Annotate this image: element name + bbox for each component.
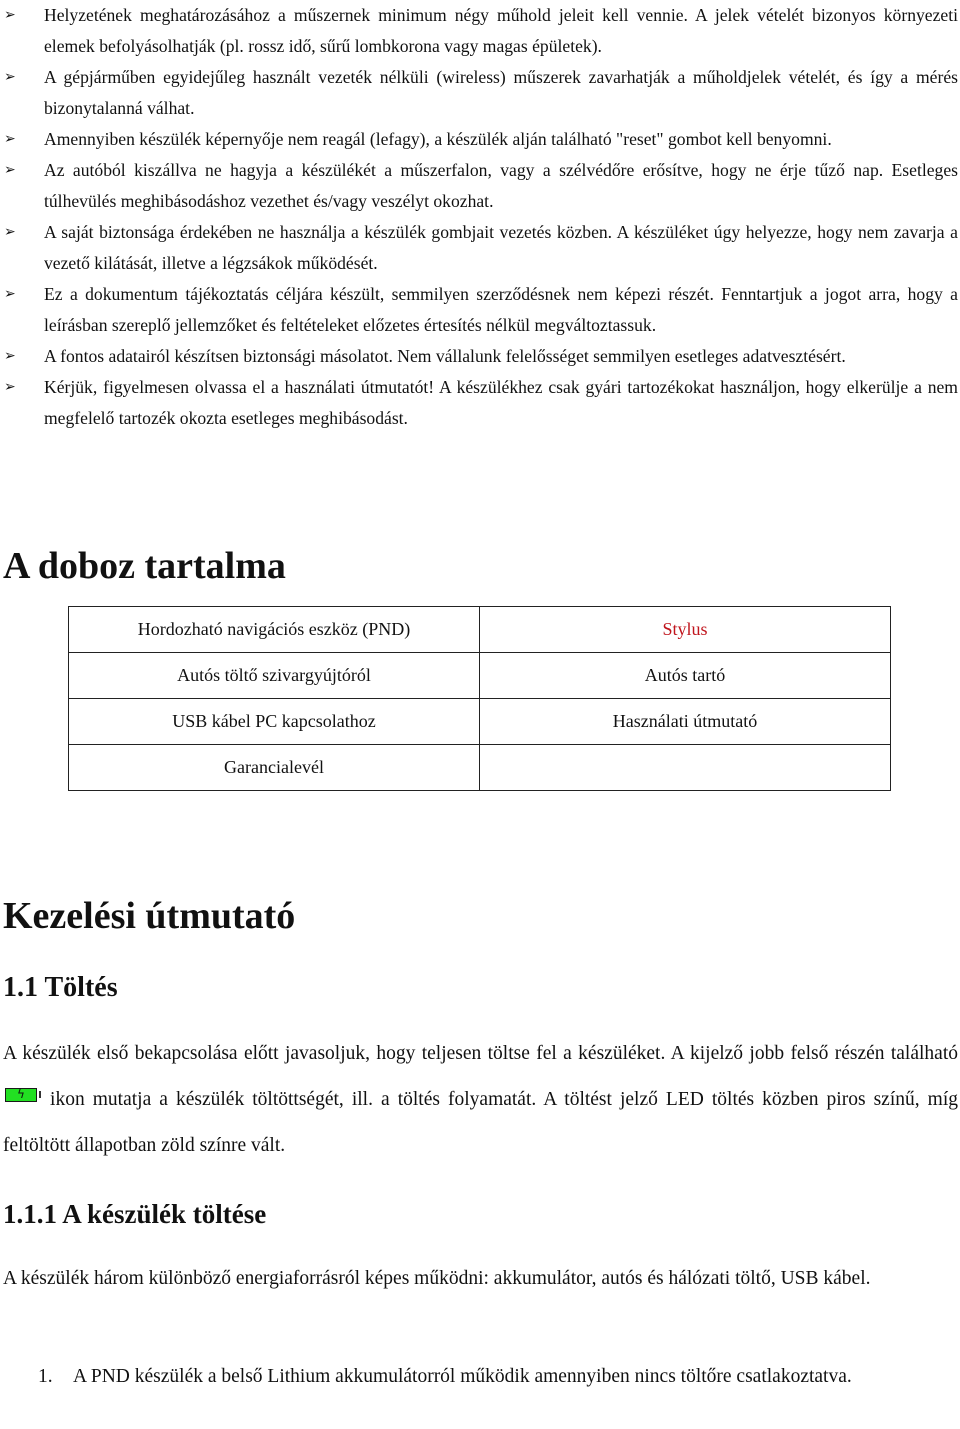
battery-tip [39, 1091, 41, 1098]
warning-text: Amennyiben készülék képernyője nem reagá… [44, 129, 832, 149]
charging-text-before-icon: A készülék első bekapcsolása előtt javas… [3, 1043, 958, 1064]
warning-text: A gépjárműben egyidejűleg használt vezet… [44, 67, 958, 118]
box-contents-table: Hordozható navigációs eszköz (PND) Stylu… [68, 606, 891, 791]
arrowhead-bullet-icon: ➢ [4, 69, 16, 85]
warning-item: ➢ A saját biztonsága érdekében ne haszná… [0, 217, 960, 279]
table-cell: USB kábel PC kapcsolathoz [68, 698, 480, 745]
warning-text: Ez a dokumentum tájékoztatás céljára kés… [44, 284, 958, 335]
warning-item: ➢ A gépjárműben egyidejűleg használt vez… [0, 62, 960, 124]
table-cell: Hordozható navigációs eszköz (PND) [68, 606, 480, 653]
warning-item: ➢ Az autóból kiszállva ne hagyja a készü… [0, 155, 960, 217]
table-cell-highlighted: Stylus [479, 606, 891, 653]
charging-text-after-icon: ikon mutatja a készülék töltöttségét, il… [3, 1089, 958, 1156]
warning-text: A saját biztonsága érdekében ne használj… [44, 222, 958, 273]
warnings-list: ➢ Helyzetének meghatározásához a műszern… [0, 0, 960, 434]
warning-text: Az autóból kiszállva ne hagyja a készülé… [44, 160, 958, 211]
arrowhead-bullet-icon: ➢ [4, 7, 16, 23]
lightning-bolt-icon: ϟ [17, 1087, 25, 1101]
table-row: Autós töltő szivargyújtóról Autós tartó [68, 652, 891, 699]
battery-charging-icon: ϟ [5, 1087, 41, 1102]
device-charging-heading: 1.1.1 A készülék töltése [3, 1199, 267, 1229]
warning-text: Helyzetének meghatározásához a műszernek… [44, 5, 958, 56]
charging-paragraph: A készülék első bekapcsolása előtt javas… [3, 1031, 958, 1169]
warning-item: ➢ Ez a dokumentum tájékoztatás céljára k… [0, 279, 960, 341]
numbered-list-item: 1. A PND készülék a belső Lithium akkumu… [38, 1354, 958, 1400]
list-number: 1. [38, 1366, 53, 1387]
table-row: Hordozható navigációs eszköz (PND) Stylu… [68, 606, 891, 653]
warning-item: ➢ A fontos adatairól készítsen biztonság… [0, 341, 960, 372]
arrowhead-bullet-icon: ➢ [4, 379, 16, 395]
charging-heading: 1.1 Töltés [3, 972, 118, 1003]
warning-item: ➢ Amennyiben készülék képernyője nem rea… [0, 124, 960, 155]
warning-item: ➢ Helyzetének meghatározásához a műszern… [0, 0, 960, 62]
manual-heading: Kezelési útmutató [3, 895, 296, 937]
arrowhead-bullet-icon: ➢ [4, 162, 16, 178]
table-cell-empty [479, 744, 891, 791]
arrowhead-bullet-icon: ➢ [4, 348, 16, 364]
table-cell: Autós töltő szivargyújtóról [68, 652, 480, 699]
table-row: USB kábel PC kapcsolathoz Használati útm… [68, 698, 891, 745]
list-item-text: A PND készülék a belső Lithium akkumulát… [73, 1366, 852, 1387]
table-cell: Garancialevél [68, 744, 480, 791]
warning-text: A fontos adatairól készítsen biztonsági … [44, 346, 846, 366]
arrowhead-bullet-icon: ➢ [4, 224, 16, 240]
table-row: Garancialevél [68, 744, 891, 791]
table-cell: Autós tartó [479, 652, 891, 699]
table-cell: Használati útmutató [479, 698, 891, 745]
warning-text: Kérjük, figyelmesen olvassa el a használ… [44, 377, 958, 428]
device-charging-paragraph: A készülék három különböző energiaforrás… [3, 1268, 871, 1289]
warning-item: ➢ Kérjük, figyelmesen olvassa el a haszn… [0, 372, 960, 434]
arrowhead-bullet-icon: ➢ [4, 286, 16, 302]
arrowhead-bullet-icon: ➢ [4, 131, 16, 147]
box-contents-heading: A doboz tartalma [3, 545, 286, 587]
